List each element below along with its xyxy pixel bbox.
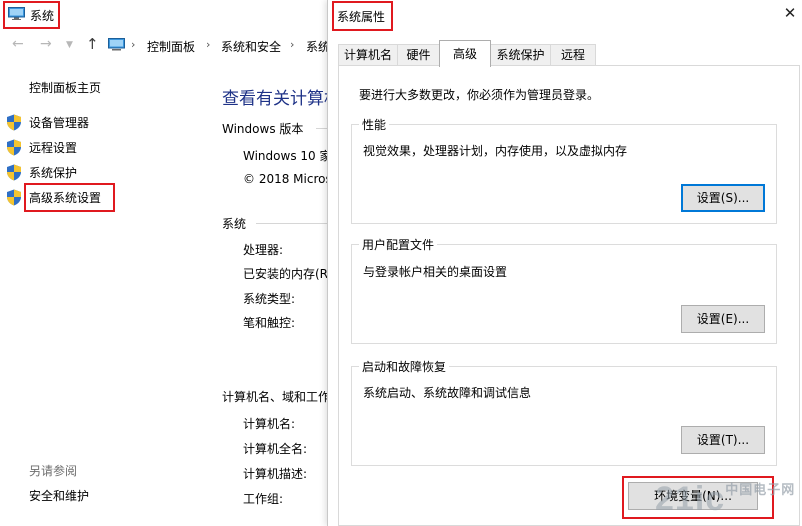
user-profiles-group: 用户配置文件 与登录帐户相关的桌面设置 设置(E)...: [351, 236, 777, 344]
title-highlight-box: [3, 1, 60, 29]
shield-icon: [7, 139, 21, 156]
nav-item-label: 远程设置: [29, 141, 78, 155]
section-divider: [256, 223, 328, 224]
forward-arrow-icon[interactable]: →: [40, 36, 52, 52]
user-profiles-settings-button[interactable]: 设置(E)...: [681, 305, 765, 333]
performance-settings-button[interactable]: 设置(S)...: [681, 184, 765, 212]
nav-item-device-manager[interactable]: 设备管理器: [6, 113, 116, 133]
breadcrumb-separator-icon[interactable]: ›: [206, 38, 210, 51]
watermark-sub: 中国电子网: [725, 482, 796, 497]
control-panel-icon: [108, 38, 125, 51]
recent-dropdown-icon[interactable]: ▼: [66, 40, 73, 50]
group-title: 启动和故障恢复: [359, 358, 450, 375]
system-properties-dialog: 系统属性 ✕ 计算机名 硬件 高级 系统保护 远程 要进行大多数更改，你必须作为…: [327, 0, 802, 526]
group-description: 与登录帐户相关的桌面设置: [363, 265, 508, 279]
address-bar: ← → ▼ ↑ › 控制面板 › 系统和安全 › 系统: [0, 33, 330, 59]
shield-icon: [7, 114, 21, 131]
watermark-logo: 21ic中国电子网: [655, 480, 795, 519]
breadcrumb-system-security[interactable]: 系统和安全: [221, 38, 281, 55]
computer-name-label: 计算机名:: [243, 417, 296, 431]
shield-icon: [7, 164, 21, 181]
system-heading: 系统: [222, 217, 247, 231]
full-computer-name-label: 计算机全名:: [243, 442, 308, 456]
tab-remote[interactable]: 远程: [550, 44, 596, 66]
group-title: 用户配置文件: [359, 236, 438, 253]
copyright-text: © 2018 Micros: [243, 172, 332, 186]
watermark-main: 21ic: [655, 480, 726, 518]
page-title: 查看有关计算机: [222, 89, 341, 109]
tab-advanced[interactable]: 高级: [439, 40, 491, 67]
breadcrumb-control-panel[interactable]: 控制面板: [147, 38, 195, 55]
group-description: 系统启动、系统故障和调试信息: [363, 386, 532, 400]
group-description: 视觉效果，处理器计划，内存使用，以及虚拟内存: [363, 144, 628, 158]
security-maintenance-link[interactable]: 安全和维护: [29, 487, 89, 504]
installed-memory-label: 已安装的内存(R: [243, 267, 329, 281]
breadcrumb-separator-icon[interactable]: ›: [131, 38, 135, 51]
advanced-tab-panel: 要进行大多数更改，你必须作为管理员登录。 性能 视觉效果，处理器计划，内存使用，…: [338, 65, 800, 526]
close-icon[interactable]: ✕: [782, 4, 798, 22]
nav-item-remote-settings[interactable]: 远程设置: [6, 138, 116, 158]
group-title: 性能: [359, 116, 390, 133]
breadcrumb-separator-icon[interactable]: ›: [290, 38, 294, 51]
up-arrow-icon[interactable]: ↑: [86, 35, 99, 53]
shield-icon: [7, 189, 21, 206]
system-type-label: 系统类型:: [243, 292, 296, 306]
nav-item-label: 系统保护: [29, 166, 78, 180]
tab-computer-name[interactable]: 计算机名: [338, 44, 398, 66]
back-arrow-icon[interactable]: ←: [12, 36, 24, 52]
startup-recovery-group: 启动和故障恢复 系统启动、系统故障和调试信息 设置(T)...: [351, 358, 777, 466]
tab-system-protection[interactable]: 系统保护: [490, 44, 551, 66]
workgroup-label: 工作组:: [243, 492, 284, 506]
performance-group: 性能 视觉效果，处理器计划，内存使用，以及虚拟内存 设置(S)...: [351, 116, 777, 224]
processor-label: 处理器:: [243, 243, 284, 257]
see-also-heading: 另请参阅: [29, 464, 78, 478]
edition-name: Windows 10 家: [243, 149, 332, 163]
pen-touch-label: 笔和触控:: [243, 316, 296, 330]
control-panel-home-link[interactable]: 控制面板主页: [29, 79, 101, 96]
nav-item-system-protection[interactable]: 系统保护: [6, 163, 116, 183]
nav-item-label: 设备管理器: [29, 116, 90, 130]
dialog-title-highlight-box: [332, 1, 393, 31]
tab-hardware[interactable]: 硬件: [397, 44, 440, 66]
advanced-settings-highlight-box: [24, 183, 115, 212]
computer-description-label: 计算机描述:: [243, 467, 308, 481]
startup-recovery-settings-button[interactable]: 设置(T)...: [681, 426, 765, 454]
tab-strip: 计算机名 硬件 高级 系统保护 远程: [338, 40, 800, 67]
computer-name-heading: 计算机名、域和工作: [222, 390, 331, 404]
windows-edition-heading: Windows 版本: [222, 122, 304, 136]
admin-note: 要进行大多数更改，你必须作为管理员登录。: [359, 88, 600, 102]
